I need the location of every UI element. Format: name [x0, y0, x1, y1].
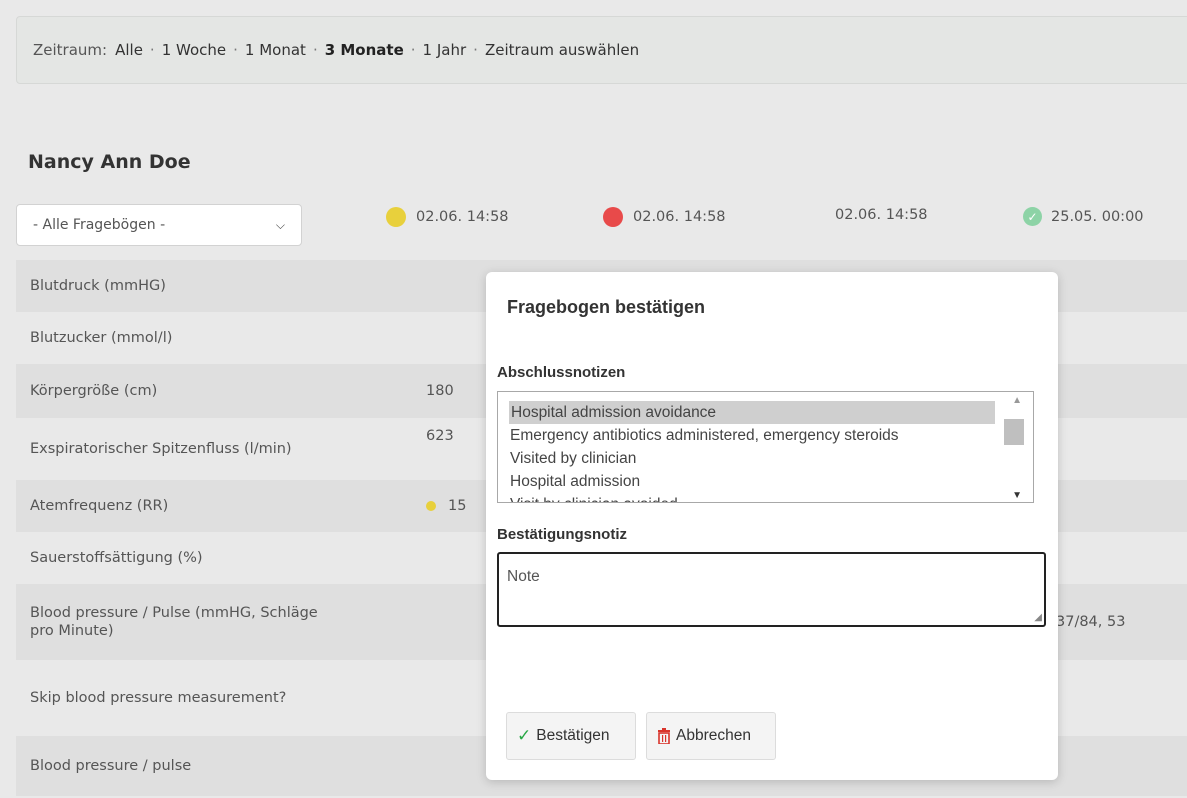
separator: ·: [410, 41, 416, 59]
separator: ·: [473, 41, 478, 59]
period-option-1-week[interactable]: 1 Woche: [162, 41, 226, 59]
row-value: 180: [426, 383, 454, 399]
scroll-down-arrow-icon[interactable]: ▼: [1012, 490, 1022, 501]
column-header-4[interactable]: ✓ 25.05. 00:00: [1023, 207, 1144, 226]
column-date: 02.06. 14:58: [835, 207, 928, 223]
separator: ·: [312, 41, 318, 59]
confirmation-note-textarea[interactable]: Note ◢: [497, 552, 1046, 627]
row-label: Exspiratorischer Spitzenfluss (l/min): [30, 441, 292, 457]
column-date: 02.06. 14:58: [633, 209, 726, 225]
dialog-title: Fragebogen bestätigen: [507, 297, 706, 317]
cancel-button[interactable]: Abbrechen: [646, 712, 776, 760]
column-date: 02.06. 14:58: [416, 209, 509, 225]
row-value: 15: [448, 498, 467, 514]
period-option-all[interactable]: Alle: [115, 41, 143, 59]
completion-notes-label: Abschlussnotizen: [497, 364, 626, 381]
confirmation-note-value: Note: [507, 568, 540, 585]
patient-name: Nancy Ann Doe: [28, 151, 191, 173]
column-header-2[interactable]: 02.06. 14:58: [603, 207, 726, 227]
row-label: Körpergröße (cm): [30, 383, 158, 399]
row-label: Atemfrequenz (RR): [30, 498, 169, 514]
period-option-custom[interactable]: Zeitraum auswählen: [485, 41, 639, 59]
questionnaire-select[interactable]: - Alle Fragebögen - ⌵: [16, 204, 302, 246]
row-label: Sauerstoffsättigung (%): [30, 550, 203, 566]
confirm-questionnaire-dialog: Fragebogen bestätigen Abschlussnotizen H…: [486, 272, 1058, 780]
row-label: Blood pressure / Pulse (mmHG, Schläge pr…: [30, 605, 318, 639]
column-header-3[interactable]: 02.06. 14:58: [835, 207, 928, 223]
status-red-icon: [603, 207, 623, 227]
listbox-scrollbar[interactable]: ▲ ▼: [1004, 392, 1033, 502]
confirmation-note-label: Bestätigungsnotiz: [497, 526, 627, 543]
row-label: Blutzucker (mmol/l): [30, 330, 173, 346]
row-label: Blutdruck (mmHG): [30, 278, 166, 294]
row-value: 623: [426, 428, 454, 444]
row-label: Skip blood pressure measurement?: [30, 690, 287, 706]
scroll-up-arrow-icon[interactable]: ▲: [1012, 395, 1022, 406]
cancel-button-label: Abbrechen: [676, 727, 751, 744]
separator: ·: [233, 41, 238, 59]
listbox-option[interactable]: Hospital admission avoidance: [509, 401, 995, 424]
period-label: Zeitraum:: [33, 41, 108, 59]
column-header-1[interactable]: 02.06. 14:58: [386, 207, 509, 227]
period-option-3-months[interactable]: 3 Monate: [325, 41, 404, 59]
listbox-option[interactable]: Visit by clinician avoided: [498, 493, 1033, 502]
completion-notes-listbox[interactable]: Hospital admission avoidance Emergency a…: [497, 391, 1034, 503]
questionnaire-select-value: - Alle Fragebögen -: [33, 217, 166, 233]
listbox-option[interactable]: Hospital admission: [498, 470, 1033, 493]
status-yellow-icon: [426, 501, 436, 511]
period-filter-bar: Zeitraum: Alle · 1 Woche · 1 Monat · 3 M…: [16, 16, 1187, 84]
confirm-button-label: Bestätigen: [536, 727, 610, 744]
separator: ·: [149, 41, 155, 59]
period-option-1-month[interactable]: 1 Monat: [245, 41, 306, 59]
column-date: 25.05. 00:00: [1051, 208, 1144, 225]
confirm-button[interactable]: ✓ Bestätigen: [506, 712, 636, 760]
resize-grip-icon[interactable]: ◢: [1034, 612, 1042, 623]
period-option-1-year[interactable]: 1 Jahr: [423, 41, 467, 59]
chevron-down-icon: ⌵: [275, 217, 285, 232]
check-icon: ✓: [517, 726, 532, 745]
listbox-option[interactable]: Visited by clinician: [498, 447, 1033, 470]
scroll-thumb[interactable]: [1004, 419, 1024, 445]
row-value-cell: 15: [426, 498, 466, 514]
listbox-option[interactable]: Emergency antibiotics administered, emer…: [498, 424, 1033, 447]
trash-icon: [657, 728, 671, 744]
row-label: Blood pressure / pulse: [30, 758, 192, 774]
row-value: 37/84, 53: [1056, 614, 1126, 630]
status-yellow-icon: [386, 207, 406, 227]
check-circle-icon: ✓: [1023, 207, 1042, 226]
